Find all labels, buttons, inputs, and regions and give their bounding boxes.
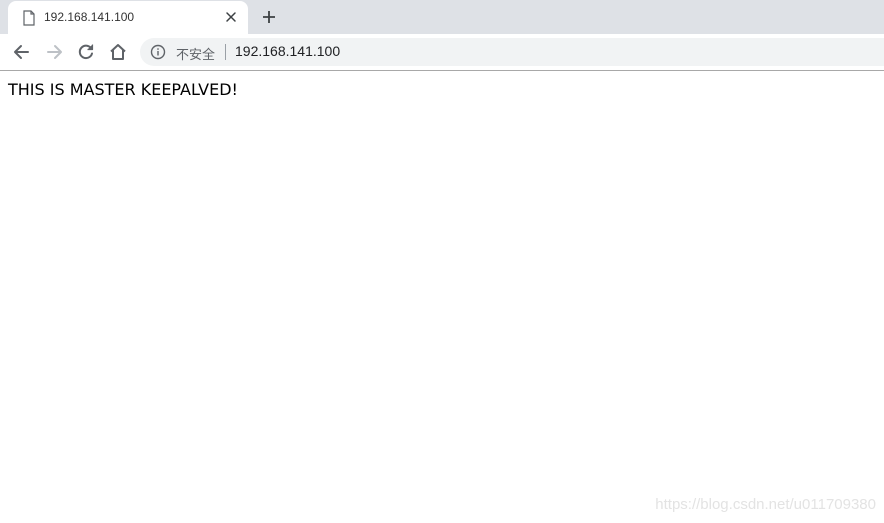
home-icon[interactable] (108, 42, 128, 62)
omnibox-divider (225, 44, 226, 60)
page-heading-text: THIS IS MASTER KEEPALVED! (8, 80, 238, 99)
address-bar[interactable]: 不安全 192.168.141.100 (140, 38, 884, 66)
tab-strip: 192.168.141.100 (0, 0, 884, 34)
watermark: https://blog.csdn.net/u011709380 (655, 496, 876, 513)
arrow-right-icon[interactable] (44, 42, 64, 62)
browser-window: 192.168.141.100 不安全 192.168.141.100 THIS… (0, 0, 884, 523)
page-content: THIS IS MASTER KEEPALVED! https://blog.c… (0, 71, 884, 523)
arrow-left-icon[interactable] (12, 42, 32, 62)
new-tab-icon[interactable] (261, 9, 277, 25)
page-icon (23, 10, 35, 26)
security-status-label[interactable]: 不安全 (176, 44, 215, 63)
tab-title: 192.168.141.100 (44, 10, 135, 24)
tab-active[interactable]: 192.168.141.100 (8, 1, 248, 34)
close-icon[interactable] (224, 10, 238, 24)
reload-icon[interactable] (76, 42, 96, 62)
toolbar: 不安全 192.168.141.100 (0, 34, 884, 71)
url-text[interactable]: 192.168.141.100 (235, 43, 340, 59)
info-icon[interactable] (150, 44, 166, 60)
